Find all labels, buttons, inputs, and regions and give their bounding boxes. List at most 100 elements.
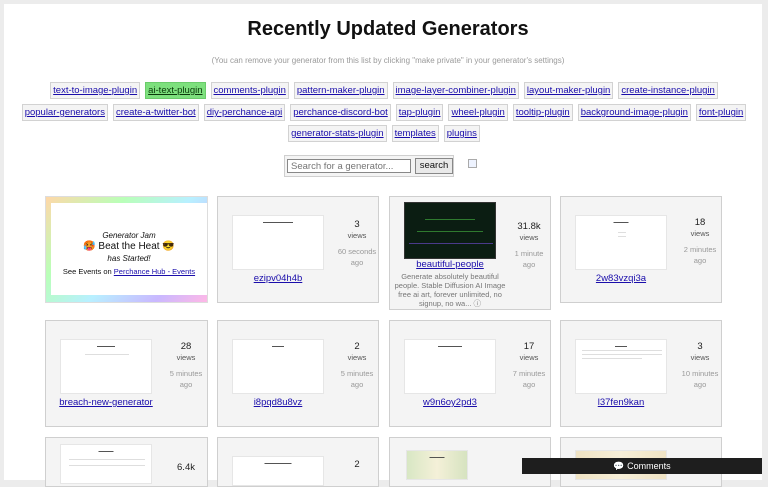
view-count: 3 (697, 341, 703, 352)
views-label: views (690, 353, 710, 362)
thumbnail-heading: ▬▬▬▬ (615, 344, 627, 348)
generator-thumbnail[interactable]: ▬▬▬▬▬ (60, 444, 152, 484)
generator-card[interactable]: beautiful-people Generate absolutely bea… (389, 196, 551, 310)
generator-thumbnail[interactable]: ▬▬▬▬▬ (575, 215, 667, 270)
tag-link[interactable]: create-instance-plugin (618, 82, 718, 99)
generator-stats: 18 views 2 minutes ago (679, 217, 721, 266)
thumbnail-heading: ▬▬▬▬▬ (613, 220, 629, 224)
tag-link-active[interactable]: ai-text-plugin (145, 82, 206, 99)
jam-events: See Events on Perchance Hub - Events (51, 267, 207, 276)
thumbnail-line (582, 358, 642, 359)
updated-time: 5 minutes ago (340, 369, 374, 389)
tag-link[interactable]: templates (391, 125, 439, 142)
search-button[interactable]: search (415, 158, 453, 174)
comments-bar[interactable]: 💬 Comments (522, 458, 762, 474)
tag-link[interactable]: background-image-plugin (577, 104, 691, 121)
generator-thumbnail[interactable]: ▬▬▬▬ (575, 339, 667, 394)
generator-description: Generate absolutely beautiful people. St… (394, 272, 506, 308)
updated-time: 5 minutes ago (169, 369, 203, 389)
search-input[interactable] (287, 159, 411, 173)
generator-link[interactable]: breach-new-generator (46, 397, 166, 408)
generator-stats: 3 views 10 minutes ago (679, 341, 721, 390)
jam-events-link[interactable]: Perchance Hub - Events (114, 267, 195, 276)
updated-time: 10 minutes ago (681, 369, 719, 389)
thumbnail-heading: ▬▬▬▬▬ (429, 455, 445, 459)
generator-card[interactable]: ▬▬▬▬▬▬▬▬ w9n6oy2pd3 17 views 7 minutes a… (389, 320, 551, 427)
search-form: search (284, 155, 454, 177)
view-count: 2 (354, 459, 360, 470)
tag-link[interactable]: layout-maker-plugin (523, 82, 614, 99)
generator-thumbnail[interactable]: ▬▬▬▬ (232, 339, 324, 394)
jam-events-prefix: See Events on (62, 267, 114, 276)
generator-card[interactable]: ▬▬▬▬▬▬▬▬▬▬ ezipv04h4b 3 views 60 seconds… (217, 196, 379, 303)
tag-link[interactable]: comments-plugin (210, 82, 289, 99)
view-count: 17 (523, 341, 535, 352)
thumbnail-heading: ▬▬▬▬▬ (98, 449, 114, 453)
generator-link[interactable]: i8pqd8u8vz (218, 397, 338, 408)
generator-stats: 6.4k (165, 462, 207, 474)
generator-stats: 17 views 7 minutes ago (508, 341, 550, 390)
tag-row-3: generator-stats-plugin templates plugins (0, 125, 768, 142)
updated-time: 1 minute ago (514, 249, 544, 269)
thumbnail-heading: ▬▬▬▬▬▬▬▬ (438, 344, 462, 348)
tag-link[interactable]: perchance-discord-bot (290, 104, 391, 121)
generator-link[interactable]: w9n6oy2pd3 (390, 397, 510, 408)
view-count: 18 (694, 217, 706, 228)
generator-thumbnail[interactable]: ▬▬▬▬▬▬▬▬▬ (232, 456, 324, 486)
tag-link[interactable]: create-a-twitter-bot (112, 104, 199, 121)
view-count: 31.8k (517, 221, 541, 232)
generator-link[interactable]: ezipv04h4b (218, 273, 338, 284)
generator-link[interactable]: l37fen9kan (561, 397, 681, 408)
page-title: Recently Updated Generators (247, 18, 529, 40)
thumbnail-line (409, 243, 493, 244)
thumbnail-heading: ▬▬▬▬ (272, 344, 284, 348)
generator-thumbnail[interactable]: ▬▬▬▬▬▬ (60, 339, 152, 394)
tag-link[interactable]: pattern-maker-plugin (293, 82, 388, 99)
views-label: views (347, 353, 367, 362)
thumbnail-line (85, 354, 129, 355)
tag-link[interactable]: text-to-image-plugin (50, 82, 141, 99)
jam-banner-content: Generator Jam 🥵 Beat the Heat 😎 has Star… (51, 203, 207, 295)
tag-link[interactable]: generator-stats-plugin (288, 125, 387, 142)
generator-stats: 3 views 60 seconds ago (336, 219, 378, 268)
generator-thumbnail[interactable]: ▬▬▬▬▬ (406, 450, 468, 480)
views-label: views (690, 229, 710, 238)
generator-card[interactable]: ▬▬▬▬▬ 2w83vzqi3a 18 views 2 minutes ago (560, 196, 722, 303)
thumbnail-heading: ▬▬▬▬▬▬▬▬▬ (264, 461, 292, 465)
generator-thumbnail[interactable]: ▬▬▬▬▬▬▬▬ (404, 339, 496, 394)
broken-image-icon (468, 159, 477, 168)
generator-stats: 28 views 5 minutes ago (165, 341, 207, 390)
thumbnail-heading: ▬▬▬▬▬▬ (97, 344, 115, 348)
tag-row-2: popular-generators create-a-twitter-bot … (0, 104, 768, 121)
view-count: 28 (180, 341, 192, 352)
views-label: views (176, 353, 196, 362)
thumbnail-line (417, 231, 483, 232)
updated-time: 7 minutes ago (512, 369, 546, 389)
views-label: views (519, 353, 539, 362)
updated-time: 2 minutes ago (683, 245, 717, 265)
generator-card[interactable]: ▬▬▬▬▬▬ breach-new-generator 28 views 5 m… (45, 320, 208, 427)
tag-link[interactable]: plugins (443, 125, 480, 142)
tag-link[interactable]: tooltip-plugin (512, 104, 573, 121)
tag-link[interactable]: image-layer-combiner-plugin (392, 82, 519, 99)
views-label: views (347, 231, 367, 240)
tag-link[interactable]: diy-perchance-api (203, 104, 286, 121)
generator-thumbnail[interactable] (404, 202, 496, 259)
thumbnail-line (618, 232, 626, 233)
thumbnail-line (618, 236, 626, 237)
generator-link[interactable]: beautiful-people (390, 259, 510, 270)
tag-link[interactable]: popular-generators (21, 104, 108, 121)
tag-link[interactable]: font-plugin (695, 104, 747, 121)
generator-card[interactable]: ▬▬▬▬ l37fen9kan 3 views 10 minutes ago (560, 320, 722, 427)
generator-card[interactable]: ▬▬▬▬ i8pqd8u8vz 2 views 5 minutes ago (217, 320, 379, 427)
view-count: 3 (354, 219, 360, 230)
generator-link[interactable]: 2w83vzqi3a (561, 273, 681, 284)
generator-jam-banner[interactable]: Generator Jam 🥵 Beat the Heat 😎 has Star… (45, 196, 208, 303)
tag-row-1: text-to-image-plugin ai-text-plugin comm… (0, 82, 768, 99)
generator-thumbnail[interactable]: ▬▬▬▬▬▬▬▬▬▬ (232, 215, 324, 270)
tag-link[interactable]: tap-plugin (395, 104, 444, 121)
thumbnail-heading: ▬▬▬▬▬▬▬▬▬▬ (263, 220, 293, 224)
page-subtitle: (You can remove your generator from this… (211, 56, 565, 65)
thumbnail-line (582, 350, 662, 351)
tag-link[interactable]: wheel-plugin (448, 104, 508, 121)
